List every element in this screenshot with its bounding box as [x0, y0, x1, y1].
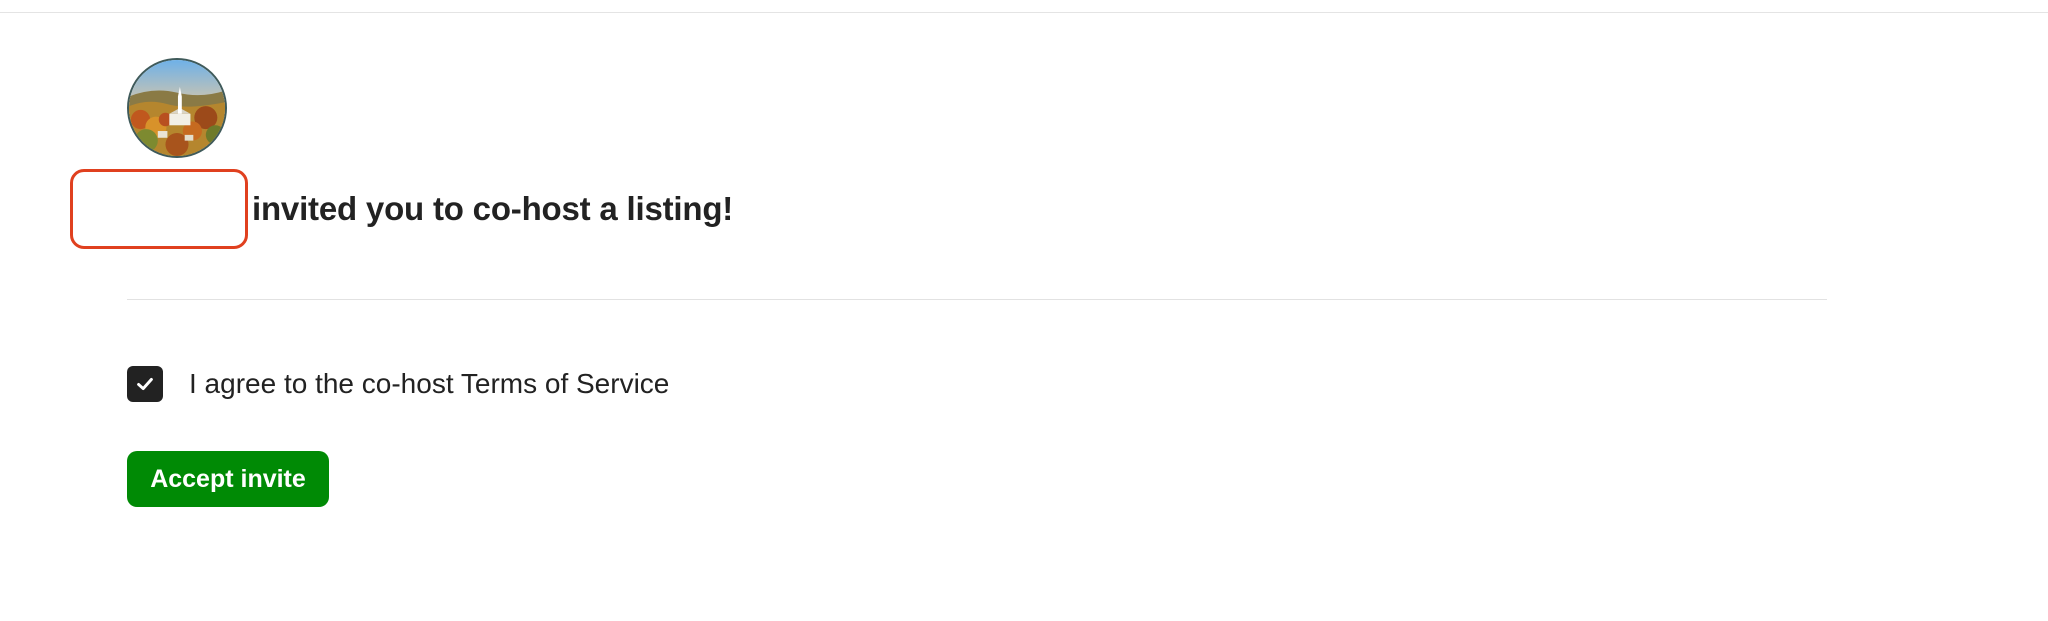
header-divider: [0, 12, 2048, 13]
terms-label[interactable]: I agree to the co-host Terms of Service: [189, 368, 669, 400]
terms-agreement-row: I agree to the co-host Terms of Service: [127, 366, 669, 402]
inviter-avatar: [127, 58, 227, 158]
inviter-name-highlight: [70, 169, 248, 249]
checkmark-icon: [137, 377, 153, 391]
invite-headline-text: invited you to co-host a listing!: [252, 190, 734, 227]
terms-checkbox[interactable]: [127, 366, 163, 402]
invite-headline: invited you to co-host a listing!: [70, 169, 733, 249]
landscape-photo-icon: [129, 60, 225, 156]
section-divider: [127, 299, 1827, 300]
accept-invite-button[interactable]: Accept invite: [127, 451, 329, 507]
cohost-invite-page: invited you to co-host a listing! I agre…: [0, 0, 2048, 621]
